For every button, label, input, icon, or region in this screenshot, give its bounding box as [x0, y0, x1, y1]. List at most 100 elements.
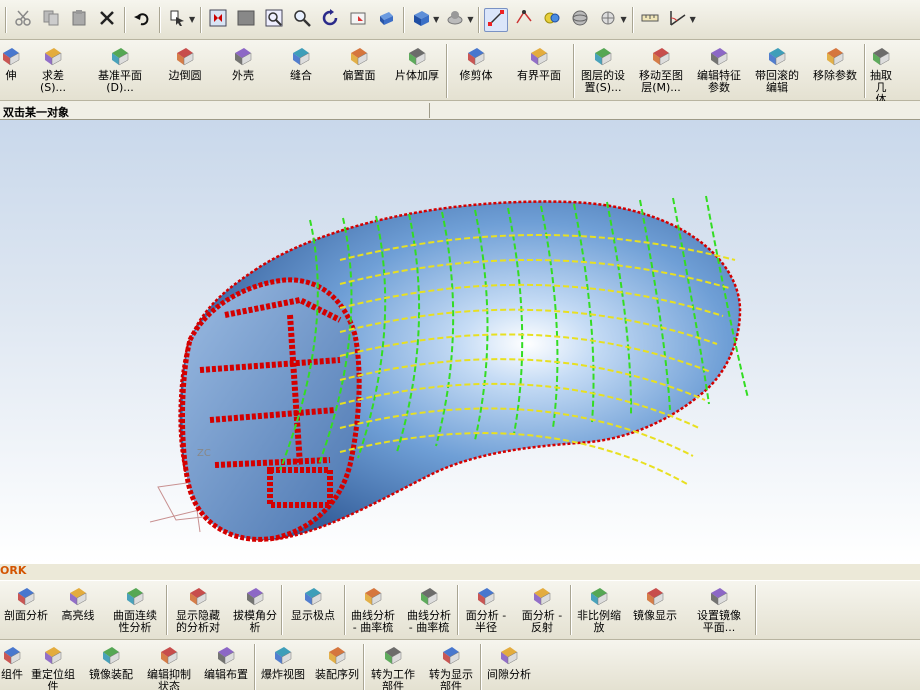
zoom-window-button[interactable] [262, 8, 286, 32]
assembly-sequence-icon [326, 644, 348, 666]
graphics-viewport[interactable]: ZC [0, 120, 920, 564]
edit-arrangement-button[interactable]: 编辑布置 [198, 640, 254, 690]
draft-analysis-button[interactable]: 拔模角分析 [229, 581, 281, 639]
edit-feature-button[interactable]: 编辑特征 参数 [690, 40, 748, 100]
render-style-button[interactable] [443, 8, 467, 32]
curve-comb-button[interactable]: 曲线分析 - 曲率梳 [345, 581, 401, 639]
selection-filter-button[interactable] [165, 8, 189, 32]
undo-button[interactable] [130, 8, 154, 32]
paste-button[interactable] [67, 8, 91, 32]
button-sublabel: 置(S)... [584, 81, 622, 94]
button-label: 修剪体 [459, 69, 493, 82]
datum-plane-icon [109, 45, 131, 67]
section-analysis-button[interactable]: 剖面分析 [0, 581, 52, 639]
cut-button[interactable] [11, 8, 35, 32]
chevron-down-icon[interactable]: ▼ [467, 15, 473, 24]
toolbar-separator [478, 6, 480, 33]
exploded-view-button[interactable]: 爆炸视图 [255, 640, 311, 690]
lights-button[interactable] [596, 8, 620, 32]
button-sublabel: 部件 [382, 680, 404, 690]
button-sublabel: 部件 [440, 680, 462, 690]
paste-icon [70, 9, 88, 30]
point-button[interactable] [512, 8, 536, 32]
shell-button[interactable]: 外壳 [214, 40, 272, 100]
curve-comb-dropdown-button[interactable]: 曲线分析 - 曲率梳 [401, 581, 457, 639]
button-sublabel: 平面... [702, 621, 736, 634]
pan-button[interactable] [346, 8, 370, 32]
measure-distance-button[interactable] [638, 8, 662, 32]
trim-body-button[interactable]: 修剪体 [447, 40, 505, 100]
highlight-lines-button[interactable]: 高亮线 [52, 581, 104, 639]
copy-button[interactable] [39, 8, 63, 32]
show-hidden-analysis-button[interactable]: 显示隐藏 的分析对 [167, 581, 229, 639]
set-mirror-plane-button[interactable]: 设置镜像 平面... [683, 581, 755, 639]
edge-blend-icon [174, 45, 196, 67]
extrude-button[interactable]: 伸 [0, 40, 22, 100]
button-label: 编辑布置 [204, 668, 248, 681]
delete-button[interactable] [95, 8, 119, 32]
button-sublabel: 性分析 [118, 621, 152, 634]
component-button[interactable]: 组件 [0, 640, 24, 690]
section-analysis-icon [15, 585, 37, 607]
edge-blend-button[interactable]: 边倒圆 [156, 40, 214, 100]
chevron-down-icon[interactable]: ▼ [433, 15, 439, 24]
snap-point-button[interactable] [484, 7, 509, 32]
make-displayed-part-button[interactable]: 转为显示 部件 [422, 640, 480, 690]
edit-suppression-button[interactable]: 编辑抑制 状态 [140, 640, 198, 690]
bounded-plane-icon [528, 45, 550, 67]
extract-geometry-button[interactable]: 抽取几体 [865, 40, 897, 106]
button-label: 装配序列 [315, 668, 359, 681]
shaded-view-button[interactable] [374, 8, 398, 32]
zoom-box-button[interactable] [234, 8, 258, 32]
dynamic-section-button[interactable] [540, 8, 564, 32]
surface-continuity-button[interactable]: 曲面连续 性分析 [104, 581, 166, 639]
reposition-component-button[interactable]: 重定位组件 [24, 640, 82, 690]
offset-face-button[interactable]: 偏置面 [330, 40, 388, 100]
measure-angle-button[interactable] [666, 8, 690, 32]
fit-view-button[interactable] [206, 8, 230, 32]
rotate-button[interactable] [318, 8, 342, 32]
mirror-assembly-button[interactable]: 镜像装配 [82, 640, 140, 690]
shaded-view-icon [377, 9, 395, 30]
mirror-display-button[interactable]: 镜像显示 [627, 581, 683, 639]
button-label: 镜像显示 [633, 609, 677, 622]
zoom-button[interactable] [290, 8, 314, 32]
nonuniform-scale-icon [588, 585, 610, 607]
sew-icon [290, 45, 312, 67]
angle-icon [669, 9, 687, 30]
feature-toolbar: 伸求差 (S)... 基准平面 (D)... 边倒圆 外壳 缝合 偏置面 片体加厚 修剪体 有界平面… [0, 40, 920, 106]
axis-label: ZC [197, 448, 211, 459]
thicken-button[interactable]: 片体加厚 [388, 40, 446, 100]
assembly-sequence-button[interactable]: 装配序列 [311, 640, 363, 690]
chevron-down-icon[interactable]: ▼ [690, 15, 696, 24]
analysis-toolbar: 剖面分析 高亮线 曲面连续 性分析 显示隐藏 的分析对 拔模角分析显示极点 曲线分析 - 曲率梳… [0, 580, 920, 640]
view-orientation-button[interactable] [409, 8, 433, 32]
trim-body-icon [465, 45, 487, 67]
chevron-down-icon[interactable]: ▼ [189, 15, 195, 24]
toolbar-separator [5, 6, 6, 33]
datum-plane-button[interactable]: 基准平面 (D)... [84, 40, 156, 100]
chevron-down-icon[interactable]: ▼ [620, 15, 626, 24]
edit-rollback-button[interactable]: 带回滚的 编辑 [748, 40, 806, 100]
face-radius-button[interactable]: 面分析 - 半径 [458, 581, 514, 639]
subtract-icon [42, 45, 64, 67]
sphere-button[interactable] [568, 8, 592, 32]
zoom-window-icon [265, 9, 283, 30]
remove-parameters-button[interactable]: 移除参数 [806, 40, 864, 100]
clearance-analysis-button[interactable]: 间隙分析 [481, 640, 537, 690]
button-sublabel: 参数 [708, 81, 730, 94]
bounded-plane-button[interactable]: 有界平面 [505, 40, 573, 100]
nonuniform-scale-button[interactable]: 非比例缩放 [571, 581, 627, 639]
offset-face-icon [348, 45, 370, 67]
face-reflection-button[interactable]: 面分析 - 反射 [514, 581, 570, 639]
subtract-button[interactable]: 求差 (S)... [22, 40, 84, 100]
edit-arrangement-icon [215, 644, 237, 666]
standard-toolbar: ▼ ▼ ▼ ▼ ▼ [0, 0, 920, 40]
mouse-shell-model[interactable]: ZC [0, 120, 920, 564]
move-to-layer-button[interactable]: 移动至图 层(M)... [632, 40, 690, 100]
button-sublabel: 半径 [475, 621, 497, 634]
make-work-part-button[interactable]: 转为工作 部件 [364, 640, 422, 690]
show-poles-button[interactable]: 显示极点 [282, 581, 344, 639]
layer-settings-button[interactable]: 图层的设 置(S)... [574, 40, 632, 100]
sew-button[interactable]: 缝合 [272, 40, 330, 100]
